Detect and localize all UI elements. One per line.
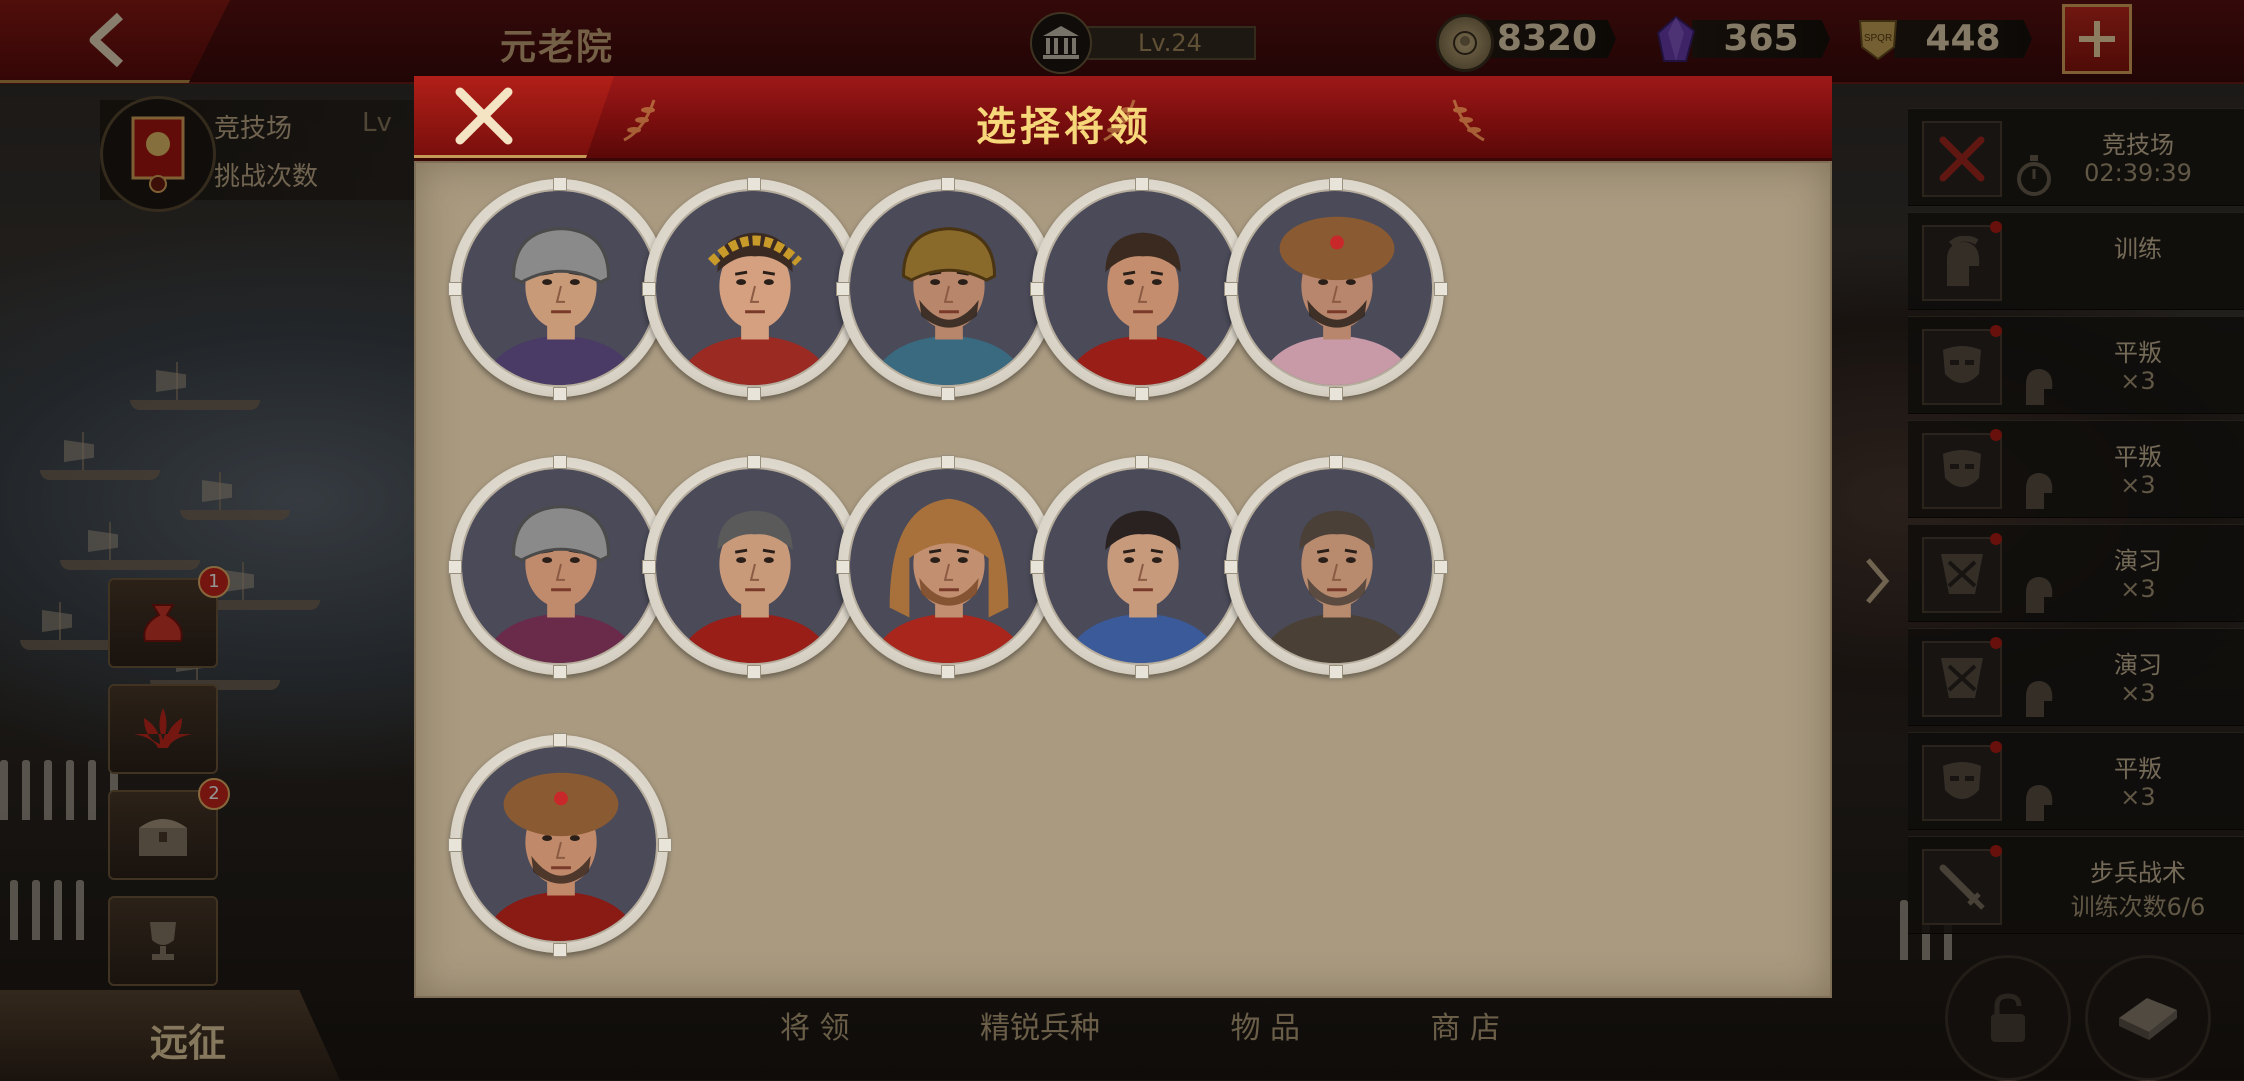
close-button[interactable] [414, 76, 614, 158]
frame-notch [747, 387, 761, 401]
frame-notch [448, 838, 462, 852]
frame-notch [1135, 177, 1149, 191]
general-portrait-3[interactable] [836, 177, 1060, 401]
general-portrait-7[interactable] [642, 455, 866, 679]
frame-notch [1030, 282, 1044, 296]
general-portrait-9[interactable] [1030, 455, 1254, 679]
frame-notch [836, 282, 850, 296]
frame-notch [553, 943, 567, 957]
frame-notch [1224, 282, 1238, 296]
frame-notch [448, 282, 462, 296]
frame-notch [836, 560, 850, 574]
general-portrait-2[interactable] [642, 177, 866, 401]
general-face-short-hair-red-cloak [1042, 189, 1240, 387]
frame-notch [553, 733, 567, 747]
modal-header: 选择将领 [414, 76, 1832, 161]
general-face-helmet-crest-plume [460, 189, 658, 387]
general-portrait-11[interactable] [448, 733, 672, 957]
frame-notch [1434, 282, 1448, 296]
general-portrait-5[interactable] [1224, 177, 1448, 401]
frame-notch [448, 560, 462, 574]
laurel-decoration-icon [623, 99, 656, 142]
modal-title: 选择将领 [976, 104, 1152, 150]
general-face-bronze-helmet-beard [848, 189, 1046, 387]
frame-notch [1329, 455, 1343, 469]
frame-notch [642, 560, 656, 574]
frame-notch [1329, 387, 1343, 401]
frame-notch [1329, 665, 1343, 679]
frame-notch [1434, 560, 1448, 574]
laurel-decoration-icon [1452, 99, 1485, 142]
general-face-lion-pelt [848, 467, 1046, 665]
general-face-fur-hat-eastern [1236, 189, 1434, 387]
frame-notch [1135, 387, 1149, 401]
close-icon [455, 87, 513, 144]
general-face-curly-beard-fur [460, 745, 658, 943]
general-portrait-4[interactable] [1030, 177, 1254, 401]
general-face-laurel-wreath [654, 189, 852, 387]
frame-notch [747, 177, 761, 191]
general-face-short-grey-hair [654, 467, 852, 665]
frame-notch [553, 387, 567, 401]
general-face-older-armored [1236, 467, 1434, 665]
frame-notch [1329, 177, 1343, 191]
frame-notch [642, 282, 656, 296]
general-portrait-6[interactable] [448, 455, 672, 679]
frame-notch [747, 665, 761, 679]
frame-notch [747, 455, 761, 469]
frame-notch [658, 838, 672, 852]
frame-notch [553, 455, 567, 469]
general-portrait-8[interactable] [836, 455, 1060, 679]
frame-notch [553, 177, 567, 191]
general-portrait-1[interactable] [448, 177, 672, 401]
frame-notch [941, 665, 955, 679]
frame-notch [941, 455, 955, 469]
frame-notch [553, 665, 567, 679]
general-face-young-blue-armor [1042, 467, 1240, 665]
frame-notch [1224, 560, 1238, 574]
frame-notch [941, 177, 955, 191]
frame-notch [1030, 560, 1044, 574]
frame-notch [941, 387, 955, 401]
frame-notch [1135, 665, 1149, 679]
general-face-steel-helmet-purple [460, 467, 658, 665]
select-general-modal: 选择将领 [414, 76, 1832, 998]
general-grid [414, 161, 1832, 998]
general-portrait-10[interactable] [1224, 455, 1448, 679]
frame-notch [1135, 455, 1149, 469]
